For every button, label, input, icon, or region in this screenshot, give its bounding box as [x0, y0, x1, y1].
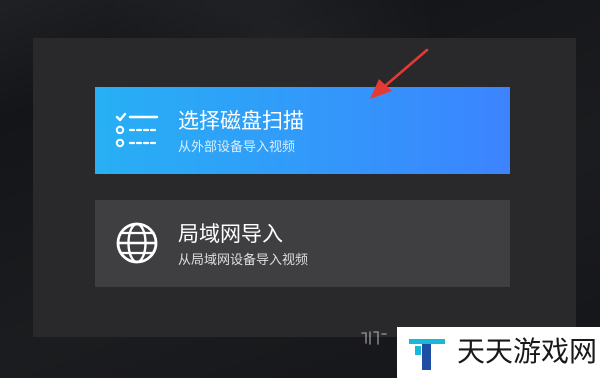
checklist-icon	[115, 112, 159, 148]
disk-scan-option[interactable]: 选择磁盘扫描 从外部设备导入视频	[95, 87, 510, 174]
app-window: { "dialog": { "options": [ { "title": "选…	[0, 0, 600, 378]
globe-icon	[116, 222, 158, 264]
t-logo-icon	[409, 339, 445, 370]
red-arrow-icon	[370, 48, 429, 99]
disk-scan-subtitle: 从外部设备导入视频	[178, 140, 296, 155]
watermark-badge: 天天游戏网	[397, 327, 600, 378]
lan-import-subtitle: 从局域网设备导入视频	[178, 253, 309, 268]
lan-import-title: 局域网导入	[178, 222, 283, 246]
watermark-text: 天天游戏网	[457, 335, 598, 368]
lan-import-option[interactable]: 局域网导入 从局域网设备导入视频	[95, 200, 510, 287]
disk-scan-title: 选择磁盘扫描	[178, 109, 304, 133]
obscured-text-fragment	[361, 331, 387, 345]
import-dialog-panel	[33, 38, 576, 337]
